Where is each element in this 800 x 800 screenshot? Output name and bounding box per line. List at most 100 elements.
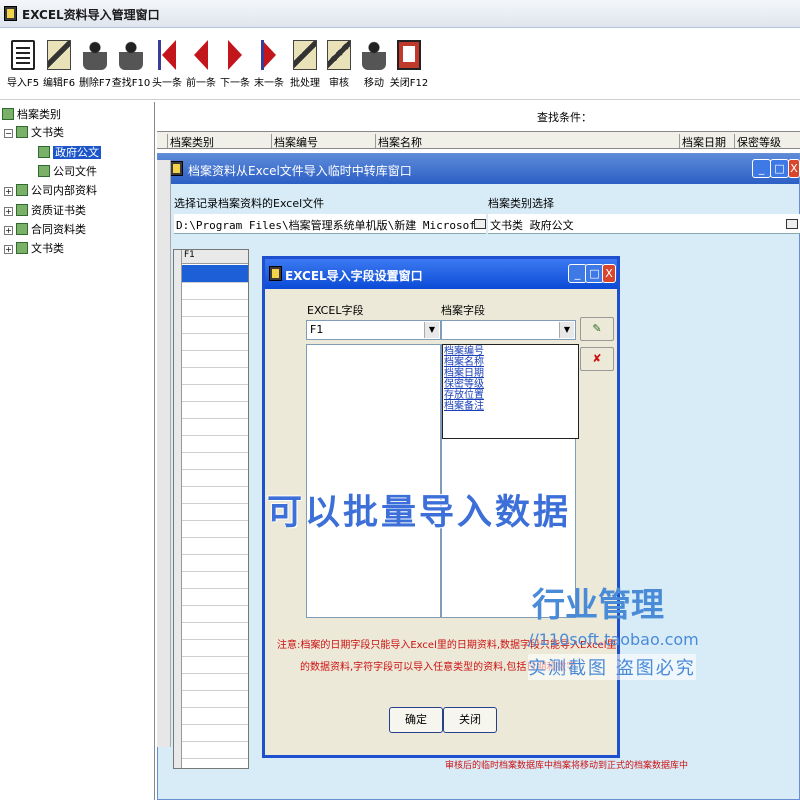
browse-category-icon[interactable] xyxy=(784,216,800,232)
tree-node-zizhi[interactable]: + 资质证书类 xyxy=(4,202,86,218)
tree-root[interactable]: 档案类别 xyxy=(2,106,61,122)
close-door-icon xyxy=(397,40,421,70)
folder-icon xyxy=(16,204,28,216)
ok-button[interactable]: 确定 xyxy=(389,707,443,733)
dialog-titlebar[interactable]: EXCEL导入字段设置窗口 _ □ X xyxy=(265,259,617,289)
grid-row-line xyxy=(182,554,248,555)
category-label: 档案类别选择 xyxy=(488,197,554,210)
folder-icon xyxy=(38,146,50,158)
browse-file-icon[interactable] xyxy=(472,216,488,232)
search-label: 查找条件： xyxy=(537,111,592,124)
first-record-icon xyxy=(158,40,176,70)
expand-icon[interactable]: + xyxy=(4,245,13,254)
last-record-icon xyxy=(261,40,276,70)
tree-node-label: 公司文件 xyxy=(53,165,97,178)
column-header[interactable]: 档案日期 xyxy=(679,134,734,149)
excel-field-list[interactable] xyxy=(306,344,441,618)
import-icon xyxy=(11,40,35,70)
excel-field-value: F1 xyxy=(310,323,324,336)
watermark-title: 行业管理 xyxy=(532,585,664,624)
row-indicator xyxy=(174,250,182,768)
left-scrollbar[interactable] xyxy=(157,160,171,747)
close-button[interactable]: 关闭F12 xyxy=(390,38,428,96)
tree-node-gongsi-wenjian[interactable]: 公司文件 xyxy=(38,163,97,179)
main-window-title: EXCEL资料导入管理窗口 xyxy=(22,8,160,22)
dropdown-option[interactable]: 档案编号 xyxy=(444,346,577,357)
dialog-icon xyxy=(269,266,282,281)
grid-row-line xyxy=(182,384,248,385)
import-window-titlebar[interactable]: 档案资料从Excel文件导入临时中转库窗口 _ □ X xyxy=(158,154,800,184)
grid-row-line xyxy=(182,571,248,572)
category-field[interactable]: 文书类 政府公文 xyxy=(488,214,800,234)
chevron-down-icon[interactable]: ▼ xyxy=(559,322,574,338)
watermark-url: //110soft.taobao.com xyxy=(528,630,699,649)
window-icon xyxy=(170,161,183,176)
search-bar: 查找条件： xyxy=(157,104,800,130)
category-tree: 档案类别 − 文书类 政府公文 公司文件 + 公司内部资料 + 资质证书类 + 合同资料… xyxy=(0,102,155,800)
dropdown-option[interactable]: 档案备注 xyxy=(444,401,577,412)
folder-icon xyxy=(16,242,28,254)
file-label: 选择记录档案资料的Excel文件 xyxy=(174,197,325,210)
add-mapping-button[interactable]: ✎ xyxy=(580,317,614,341)
grid-row-line xyxy=(182,588,248,589)
column-header[interactable]: 保密等级 xyxy=(734,134,800,149)
move-icon xyxy=(362,40,386,70)
column-header[interactable]: 档案名称 xyxy=(375,134,679,149)
remove-mapping-button[interactable]: ✘ xyxy=(580,347,614,371)
collapse-icon[interactable]: − xyxy=(4,129,13,138)
grid-row-line xyxy=(182,724,248,725)
audit-icon xyxy=(327,40,351,70)
grid-row-line xyxy=(182,707,248,708)
grid-row-line xyxy=(182,673,248,674)
chevron-down-icon[interactable]: ▼ xyxy=(424,322,439,338)
dropdown-option[interactable]: 档案日期 xyxy=(444,368,577,379)
tree-node-hetong[interactable]: + 合同资料类 xyxy=(4,221,86,237)
grid-row-line xyxy=(182,282,248,283)
archive-field-select[interactable]: ▼ xyxy=(441,320,576,340)
tree-node-zhengfu[interactable]: 政府公文 xyxy=(38,144,101,160)
grid-row-line xyxy=(182,520,248,521)
grid-row-line xyxy=(182,741,248,742)
folder-icon xyxy=(16,184,28,196)
expand-icon[interactable]: + xyxy=(4,226,13,235)
grid-row-line xyxy=(182,316,248,317)
tree-node-label: 公司内部资料 xyxy=(31,184,97,197)
excel-field-select[interactable]: F1 ▼ xyxy=(306,320,441,340)
find-icon xyxy=(119,40,143,70)
grid-row-line xyxy=(182,452,248,453)
maximize-button[interactable]: □ xyxy=(770,159,789,178)
toolbar: 导入F5 编辑F6 删除F7 查找F10 头一条 前一条 下一条 末一条 批处理… xyxy=(0,28,800,100)
folder-icon xyxy=(38,165,50,177)
dropdown-option[interactable]: 档案名称 xyxy=(444,357,577,368)
column-header[interactable]: 档案类别 xyxy=(167,134,271,149)
watermark-warning: 实测截图 盗图必究 xyxy=(528,654,696,680)
grid-row-line xyxy=(182,605,248,606)
minimize-button[interactable]: _ xyxy=(752,159,771,178)
excel-field-label: EXCEL字段 xyxy=(307,304,364,317)
column-header[interactable]: 档案编号 xyxy=(271,134,375,149)
grid-column-header: F1 xyxy=(182,250,248,264)
main-title-bar: EXCEL资料导入管理窗口 xyxy=(0,0,800,28)
dropdown-option[interactable]: 保密等级 xyxy=(444,379,577,390)
grid-row-line xyxy=(182,486,248,487)
selected-row[interactable] xyxy=(182,265,248,282)
tree-node-label: 文书类 xyxy=(31,242,64,255)
file-path-field[interactable]: D:\Program Files\档案管理系统单机版\新建 Microsoft … xyxy=(174,214,486,234)
dropdown-option[interactable]: 存放位置 xyxy=(444,390,577,401)
grid-row-line xyxy=(182,537,248,538)
archive-field-dropdown[interactable]: 档案编号 档案名称 档案日期 保密等级 存放位置 档案备注 xyxy=(442,344,579,439)
app-icon xyxy=(4,6,17,21)
expand-icon[interactable]: + xyxy=(4,187,13,196)
excel-data-grid[interactable]: F1 xyxy=(173,249,249,769)
dialog-close-text-button[interactable]: 关闭 xyxy=(443,707,497,733)
expand-icon[interactable]: + xyxy=(4,207,13,216)
dialog-close-button[interactable]: X xyxy=(602,264,616,283)
dialog-title: EXCEL导入字段设置窗口 xyxy=(285,269,423,283)
tree-node-wenshu-2[interactable]: + 文书类 xyxy=(4,240,64,256)
tree-node-neibu[interactable]: + 公司内部资料 xyxy=(4,182,97,198)
tree-node-label: 文书类 xyxy=(31,126,64,139)
grid-row-line xyxy=(182,350,248,351)
close-window-button[interactable]: X xyxy=(788,159,800,178)
promo-caption: 可以批量导入数据 xyxy=(267,492,572,533)
tree-node-wenshu[interactable]: − 文书类 xyxy=(4,124,64,140)
